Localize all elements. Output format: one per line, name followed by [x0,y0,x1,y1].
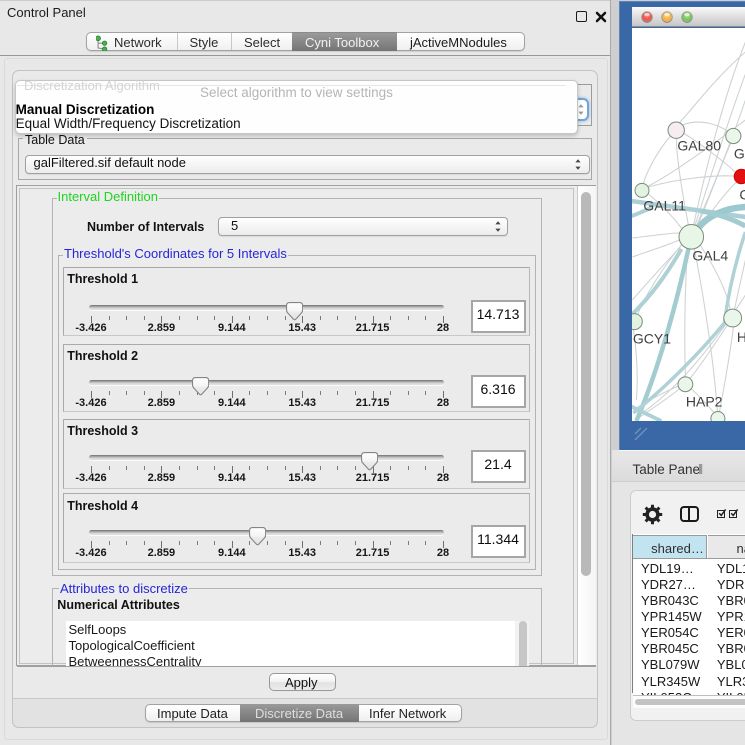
svg-text:GAL80: GAL80 [677,138,721,154]
svg-text:H: H [736,329,744,345]
svg-text:C: C [739,187,745,203]
svg-text:GCY1: GCY1 [632,331,670,347]
svg-text:GAL4: GAL4 [692,248,728,264]
svg-text:GAL: GAL [733,146,744,162]
svg-text:HAP2: HAP2 [685,394,722,410]
svg-text:GAL11: GAL11 [643,198,686,214]
